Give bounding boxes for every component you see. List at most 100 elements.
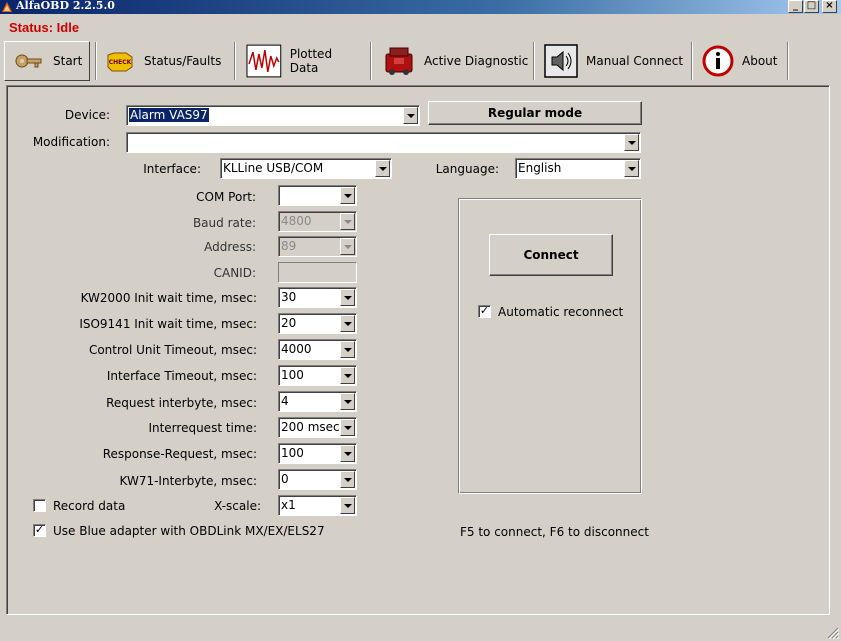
close-button[interactable]: × (822, 0, 837, 13)
tab-manual-connect[interactable]: Manual Connect (544, 41, 690, 81)
toolbar-separator (533, 42, 535, 80)
tab-status-faults-label: Status/Faults (144, 54, 222, 68)
device-label: Device: (64, 108, 110, 122)
modification-select[interactable] (126, 132, 641, 153)
xscale-select[interactable]: x1 (278, 495, 357, 516)
tab-manual-connect-label: Manual Connect (586, 54, 684, 68)
canid-label: CANID: (213, 266, 256, 280)
kw2000-select[interactable]: 30 (278, 287, 357, 308)
kw71-select[interactable]: 0 (278, 469, 357, 490)
cu-timeout-select[interactable]: 4000 (278, 339, 357, 360)
toolbar-separator (370, 42, 372, 80)
language-label: Language: (435, 162, 499, 176)
kw71-value: 0 (281, 472, 289, 486)
chevron-down-icon[interactable] (403, 107, 418, 124)
if-timeout-select[interactable]: 100 (278, 365, 357, 386)
baud-rate-value: 4800 (281, 214, 312, 228)
chevron-down-icon[interactable] (340, 187, 355, 204)
blue-adapter-checkbox[interactable]: ✓ (33, 524, 46, 537)
connect-button[interactable]: Connect (489, 234, 613, 276)
if-timeout-value: 100 (281, 368, 304, 382)
tab-active-diagnostic[interactable]: Active Diagnostic (382, 41, 532, 81)
com-port-label: COM Port: (196, 190, 256, 204)
kw71-label: KW71-Interbyte, msec: (119, 474, 257, 488)
iso9141-label: ISO9141 Init wait time, msec: (79, 317, 257, 331)
tab-about-label: About (742, 54, 778, 68)
cu-timeout-label: Control Unit Timeout, msec: (88, 343, 257, 357)
interface-label: Interface: (143, 162, 201, 176)
key-icon (15, 54, 42, 68)
resp-req-value: 100 (281, 446, 304, 460)
req-interbyte-value: 4 (281, 394, 289, 408)
maximize-button[interactable]: □ (804, 0, 819, 13)
main-toolbar: Start CHECK Status/Faults Plotted Data A… (0, 40, 841, 82)
chevron-down-icon[interactable] (340, 497, 355, 514)
record-data-label: Record data (53, 499, 126, 513)
chevron-down-icon[interactable] (340, 419, 355, 436)
iso9141-value: 20 (281, 316, 297, 330)
if-timeout-label: Interface Timeout, msec: (106, 369, 257, 383)
canid-field (278, 262, 357, 283)
interrequest-select[interactable]: 200 msec (278, 417, 357, 438)
regular-mode-button[interactable]: Regular mode (428, 101, 642, 125)
chevron-down-icon[interactable] (340, 367, 355, 384)
app-logo-icon (2, 2, 12, 12)
tab-plotted-data-label: Plotted Data (289, 47, 333, 75)
minimize-button[interactable]: _ (788, 0, 803, 13)
resp-req-select[interactable]: 100 (278, 443, 357, 464)
resize-grip-icon[interactable] (827, 627, 839, 639)
chevron-down-icon[interactable] (624, 160, 639, 177)
toolbar-separator (95, 42, 97, 80)
tab-plotted-data[interactable]: Plotted Data (246, 41, 364, 81)
baud-rate-label: Baud rate: (192, 216, 256, 230)
device-value: Alarm VAS97 (129, 108, 209, 122)
info-icon (702, 45, 734, 77)
chevron-down-icon[interactable] (340, 445, 355, 462)
speaker-icon (544, 44, 578, 78)
device-select[interactable]: Alarm VAS97 (126, 105, 420, 126)
record-data-checkbox[interactable] (33, 499, 46, 512)
interrequest-value: 200 msec (281, 420, 340, 434)
xscale-label: X-scale: (214, 499, 261, 513)
chevron-down-icon[interactable] (340, 341, 355, 358)
kw2000-value: 30 (281, 290, 297, 304)
engine-icon (385, 47, 413, 75)
chevron-down-icon[interactable] (624, 134, 639, 151)
iso9141-select[interactable]: 20 (278, 313, 357, 334)
tab-start[interactable]: Start (4, 41, 90, 81)
req-interbyte-select[interactable]: 4 (278, 391, 357, 412)
chevron-down-icon[interactable] (340, 315, 355, 332)
cu-timeout-value: 4000 (281, 342, 312, 356)
chevron-down-icon[interactable] (375, 160, 390, 177)
req-interbyte-label: Request interbyte, msec: (106, 396, 257, 410)
address-label: Address: (204, 240, 256, 254)
language-value: English (518, 161, 562, 175)
interface-select[interactable]: KLLine USB/COM (220, 158, 392, 179)
kw2000-label: KW2000 Init wait time, msec: (80, 291, 257, 305)
chevron-down-icon[interactable] (340, 289, 355, 306)
address-select: 89 (278, 236, 357, 257)
window-title: AlfaOBD 2.2.5.0 (16, 0, 115, 12)
interrequest-label: Interrequest time: (148, 421, 257, 435)
check-engine-icon: CHECK (107, 52, 133, 72)
status-text: Status: Idle (9, 20, 80, 35)
chevron-down-icon (340, 213, 355, 230)
toolbar-separator (787, 42, 789, 80)
tab-status-faults[interactable]: CHECK Status/Faults (104, 41, 228, 81)
chevron-down-icon (340, 238, 355, 255)
tab-active-diagnostic-label: Active Diagnostic (424, 54, 529, 68)
toolbar-separator (234, 42, 236, 80)
blue-adapter-label: Use Blue adapter with OBDLink MX/EX/ELS2… (53, 524, 325, 538)
auto-reconnect-checkbox[interactable]: ✓ (478, 305, 491, 318)
modification-label: Modification: (32, 135, 110, 149)
tab-about[interactable]: About (702, 41, 786, 81)
baud-rate-select: 4800 (278, 211, 357, 232)
chevron-down-icon[interactable] (340, 393, 355, 410)
chevron-down-icon[interactable] (340, 471, 355, 488)
tab-start-label: Start (53, 54, 83, 68)
com-port-select[interactable] (278, 185, 357, 206)
language-select[interactable]: English (515, 158, 641, 179)
waveform-icon (246, 44, 282, 78)
svg-text:CHECK: CHECK (109, 59, 132, 66)
address-value: 89 (281, 239, 297, 253)
